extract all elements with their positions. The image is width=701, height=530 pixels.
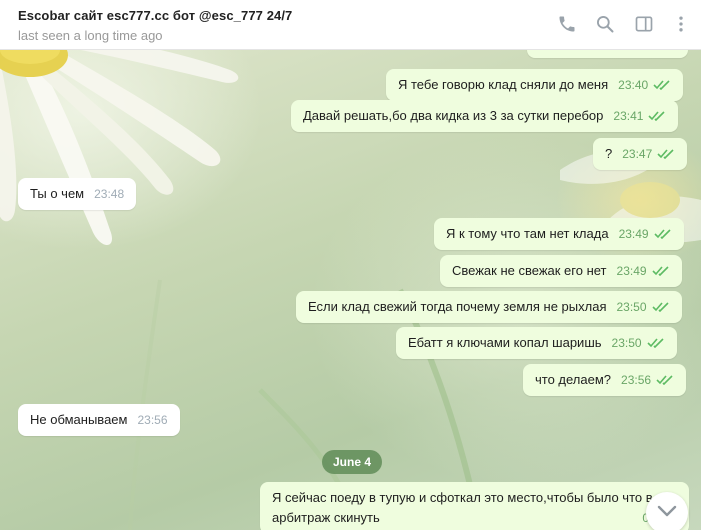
chat-header: Escobar сайт esc777.cc бот @esc_777 24/7…	[0, 0, 701, 50]
double-check-icon	[656, 365, 674, 397]
message-text: Ты о чем	[30, 186, 85, 201]
message-bubble-outgoing[interactable]: Свежак не свежак его нет 23:49	[440, 255, 682, 287]
double-check-icon	[648, 101, 666, 133]
message-text: Если клад свежий тогда почему земля не р…	[308, 299, 607, 314]
message-time: 23:47	[622, 147, 653, 161]
message-time: 23:48	[94, 187, 125, 201]
chat-area[interactable]: Я тебе говорю клад сняли до меня 23:40 Да…	[0, 50, 701, 530]
message-time: 23:50	[611, 336, 642, 350]
message-bubble-outgoing[interactable]	[527, 50, 688, 58]
message-text: Свежак не свежак его нет	[452, 263, 607, 278]
scroll-down-button[interactable]	[646, 492, 688, 530]
message-text: Я тебе говорю клад сняли до меня	[398, 77, 609, 92]
message-bubble-outgoing[interactable]: Ебатт я ключами копал шаришь 23:50	[396, 327, 677, 359]
message-time: 23:56	[137, 413, 168, 427]
message-text: Не обманываем	[30, 412, 128, 427]
message-bubble-outgoing[interactable]: Я к тому что там нет клада 23:49	[434, 218, 684, 250]
message-text-line: Я сейчас поеду в тупую и сфоткал это мес…	[272, 490, 653, 505]
message-bubble-outgoing[interactable]: ? 23:47	[593, 138, 688, 171]
phone-icon[interactable]	[555, 12, 579, 36]
double-check-icon	[653, 70, 671, 102]
message-text: Ебатт я ключами копал шаришь	[408, 335, 602, 350]
message-time: 23:56	[621, 373, 652, 387]
message-bubble-outgoing[interactable]: Я сейчас поеду в тупую и сфоткал это мес…	[260, 482, 689, 530]
double-check-icon	[657, 139, 675, 171]
sidebar-toggle-icon[interactable]	[632, 12, 656, 36]
message-time: 23:41	[613, 109, 644, 123]
message-bubble-incoming[interactable]: Не обманываем 23:56	[18, 404, 180, 436]
double-check-icon	[654, 219, 672, 251]
message-text: что делаем?	[535, 372, 612, 387]
more-vert-icon[interactable]	[669, 12, 693, 36]
message-time: 23:49	[618, 227, 649, 241]
message-bubble-outgoing[interactable]: Я тебе говорю клад сняли до меня 23:40	[386, 69, 684, 102]
message-text: ?	[605, 146, 613, 161]
message-bubble-outgoing[interactable]: что делаем? 23:56	[523, 364, 687, 397]
message-bubble-outgoing[interactable]: Если клад свежий тогда почему земля не р…	[296, 291, 682, 323]
message-text-line: арбитраж скинуть	[272, 510, 380, 525]
message-bubble-incoming[interactable]: Ты о чем 23:48	[18, 178, 137, 210]
message-time: 23:50	[616, 300, 647, 314]
date-separator: June 4	[322, 450, 382, 474]
chevron-down-icon	[657, 504, 677, 522]
message-text: Давай решать,бо два кидка из 3 за сутки …	[303, 108, 604, 123]
last-seen-status: last seen a long time ago	[18, 28, 163, 43]
message-bubble-outgoing[interactable]: Давай решать,бо два кидка из 3 за сутки …	[291, 100, 679, 133]
double-check-icon	[651, 256, 670, 288]
chat-title[interactable]: Escobar сайт esc777.cc бот @esc_777 24/7	[18, 8, 292, 23]
message-text: Я к тому что там нет клада	[446, 226, 609, 241]
message-time: 23:40	[618, 78, 649, 92]
message-time: 23:49	[616, 264, 647, 278]
search-icon[interactable]	[593, 12, 617, 36]
double-check-icon	[651, 292, 670, 324]
double-check-icon	[646, 328, 665, 360]
